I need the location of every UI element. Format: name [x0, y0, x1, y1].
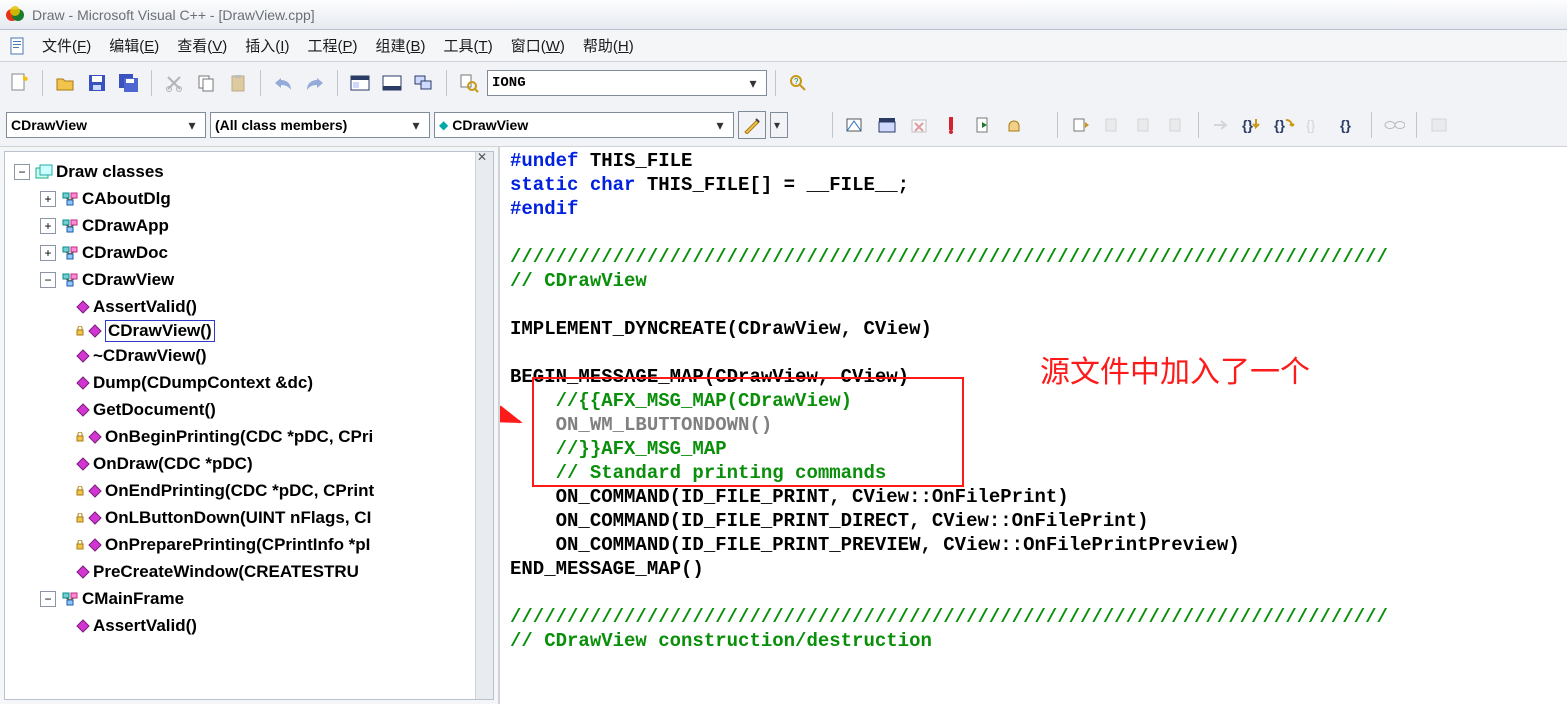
undo-button[interactable] — [269, 69, 297, 97]
wizard-action-button[interactable] — [738, 111, 766, 139]
tree-member-label[interactable]: AssertValid() — [93, 612, 197, 639]
svg-text:{}: {} — [1242, 117, 1253, 133]
output-button[interactable] — [378, 69, 406, 97]
title-bar: Draw - Microsoft Visual C++ - [DrawView.… — [0, 0, 1567, 30]
menu-help[interactable]: 帮助(H) — [575, 31, 642, 60]
tree-class-label[interactable]: CDrawApp — [82, 212, 169, 239]
chevron-down-icon[interactable]: ▾ — [183, 117, 201, 134]
copy-button[interactable] — [192, 69, 220, 97]
cut-button[interactable] — [160, 69, 188, 97]
go-button[interactable] — [969, 111, 997, 139]
menu-file[interactable]: 文件(F) — [34, 31, 99, 60]
tree-class-label[interactable]: CDrawDoc — [82, 239, 168, 266]
svg-text:{}: {} — [1306, 117, 1316, 133]
tree-member-label[interactable]: ~CDrawView() — [93, 342, 207, 369]
tree-member-label[interactable]: GetDocument() — [93, 396, 216, 423]
save-all-button[interactable] — [115, 69, 143, 97]
expander-icon[interactable]: − — [14, 164, 30, 180]
wizard-action-dropdown[interactable]: ▾ — [770, 112, 788, 138]
app-icon — [6, 6, 24, 24]
mdi-doc-icon[interactable] — [8, 36, 28, 56]
tree-member-label[interactable]: CDrawView() — [105, 320, 215, 342]
diamond-icon: ◆ — [439, 118, 448, 132]
expander-icon[interactable]: − — [40, 591, 56, 607]
member-combo-value: CDrawView — [452, 117, 528, 133]
menu-bar: 文件(F) 编辑(E) 查看(V) 插入(I) 工程(P) 组建(B) 工具(T… — [0, 30, 1567, 62]
expander-icon[interactable]: − — [40, 272, 56, 288]
restart-debug-button[interactable] — [1066, 111, 1094, 139]
find-combo[interactable]: IONG ▾ — [487, 70, 767, 96]
tree-root-label: Draw classes — [56, 158, 164, 185]
paste-button[interactable] — [224, 69, 252, 97]
svg-text:?: ? — [794, 77, 799, 86]
stop-debug-button[interactable] — [1098, 111, 1126, 139]
save-button[interactable] — [83, 69, 111, 97]
window-list-button[interactable] — [410, 69, 438, 97]
tree-member-label[interactable]: Dump(CDumpContext &dc) — [93, 369, 313, 396]
class-combo-value: CDrawView — [11, 117, 87, 133]
wizard-toolbar: CDrawView ▾ (All class members) ▾ ◆ CDraw… — [0, 104, 1567, 146]
execute-button[interactable] — [937, 111, 965, 139]
break-button[interactable] — [1130, 111, 1158, 139]
tree-member-label[interactable]: AssertValid() — [93, 293, 197, 320]
watch-window-button[interactable] — [1425, 111, 1453, 139]
code-editor[interactable]: #undef THIS_FILE static char THIS_FILE[]… — [500, 147, 1567, 704]
chevron-down-icon[interactable]: ▾ — [407, 117, 425, 134]
stop-build-button[interactable] — [905, 111, 933, 139]
open-button[interactable] — [51, 69, 79, 97]
tree-scrollbar[interactable] — [475, 152, 493, 699]
show-next-stmt-button[interactable] — [1207, 111, 1235, 139]
tree-member-label[interactable]: OnDraw(CDC *pDC) — [93, 450, 253, 477]
tree-member-label[interactable]: OnPreparePrinting(CPrintInfo *pI — [105, 531, 370, 558]
new-text-file-button[interactable] — [6, 69, 34, 97]
tree-member-label[interactable]: OnBeginPrinting(CDC *pDC, CPri — [105, 423, 373, 450]
quickwatch-button[interactable] — [1380, 111, 1408, 139]
expander-icon[interactable]: + — [40, 191, 56, 207]
tree-class-label[interactable]: CMainFrame — [82, 585, 184, 612]
apply-changes-button[interactable] — [1162, 111, 1190, 139]
run-to-cursor-button[interactable]: {} — [1335, 111, 1363, 139]
svg-text:{}: {} — [1274, 117, 1285, 133]
tree-member-label[interactable]: OnEndPrinting(CDC *pDC, CPrint — [105, 477, 374, 504]
redo-button[interactable] — [301, 69, 329, 97]
tree-member-label[interactable]: PreCreateWindow(CREATESTRU — [93, 558, 359, 585]
svg-text:{}: {} — [1340, 117, 1351, 133]
tree-class-label[interactable]: CDrawView — [82, 266, 174, 293]
member-combo[interactable]: ◆ CDrawView ▾ — [434, 112, 734, 138]
menu-tools[interactable]: 工具(T) — [436, 31, 501, 60]
annotation-text: 源文件中加入了一个 — [1040, 347, 1310, 391]
filter-combo[interactable]: (All class members) ▾ — [210, 112, 430, 138]
chevron-down-icon[interactable]: ▾ — [744, 75, 762, 92]
tree-class-label[interactable]: CAboutDlg — [82, 185, 171, 212]
window-title: Draw - Microsoft Visual C++ - [DrawView.… — [32, 7, 315, 23]
compile-button[interactable] — [841, 111, 869, 139]
step-into-button[interactable]: {} — [1239, 111, 1267, 139]
expander-icon[interactable]: + — [40, 245, 56, 261]
menu-project[interactable]: 工程(P) — [299, 31, 365, 60]
annotation-box — [532, 377, 964, 487]
filter-combo-value: (All class members) — [215, 117, 347, 133]
workspace-button[interactable] — [346, 69, 374, 97]
class-combo[interactable]: CDrawView ▾ — [6, 112, 206, 138]
step-out-button[interactable]: {} — [1303, 111, 1331, 139]
workspace-pane: ✕ − Draw classes+ CAboutDlg+ CDrawApp+ C… — [0, 147, 500, 704]
step-over-button[interactable]: {} — [1271, 111, 1299, 139]
expander-icon[interactable]: + — [40, 218, 56, 234]
build-button[interactable] — [873, 111, 901, 139]
class-view-tree[interactable]: − Draw classes+ CAboutDlg+ CDrawApp+ CDr… — [5, 152, 475, 699]
pane-close-button[interactable]: ✕ — [472, 149, 492, 165]
menu-edit[interactable]: 编辑(E) — [101, 31, 167, 60]
find-combo-value: IONG — [492, 75, 526, 91]
find-in-files-button[interactable] — [455, 69, 483, 97]
search-help-button[interactable]: ? — [784, 69, 812, 97]
standard-toolbar: IONG ▾ ? — [0, 62, 1567, 104]
menu-insert[interactable]: 插入(I) — [237, 31, 297, 60]
breakpoint-hand-button[interactable] — [1001, 111, 1029, 139]
menu-build[interactable]: 组建(B) — [367, 31, 433, 60]
menu-window[interactable]: 窗口(W) — [503, 31, 573, 60]
tree-member-label[interactable]: OnLButtonDown(UINT nFlags, CI — [105, 504, 371, 531]
chevron-down-icon[interactable]: ▾ — [711, 117, 729, 134]
menu-view[interactable]: 查看(V) — [169, 31, 235, 60]
